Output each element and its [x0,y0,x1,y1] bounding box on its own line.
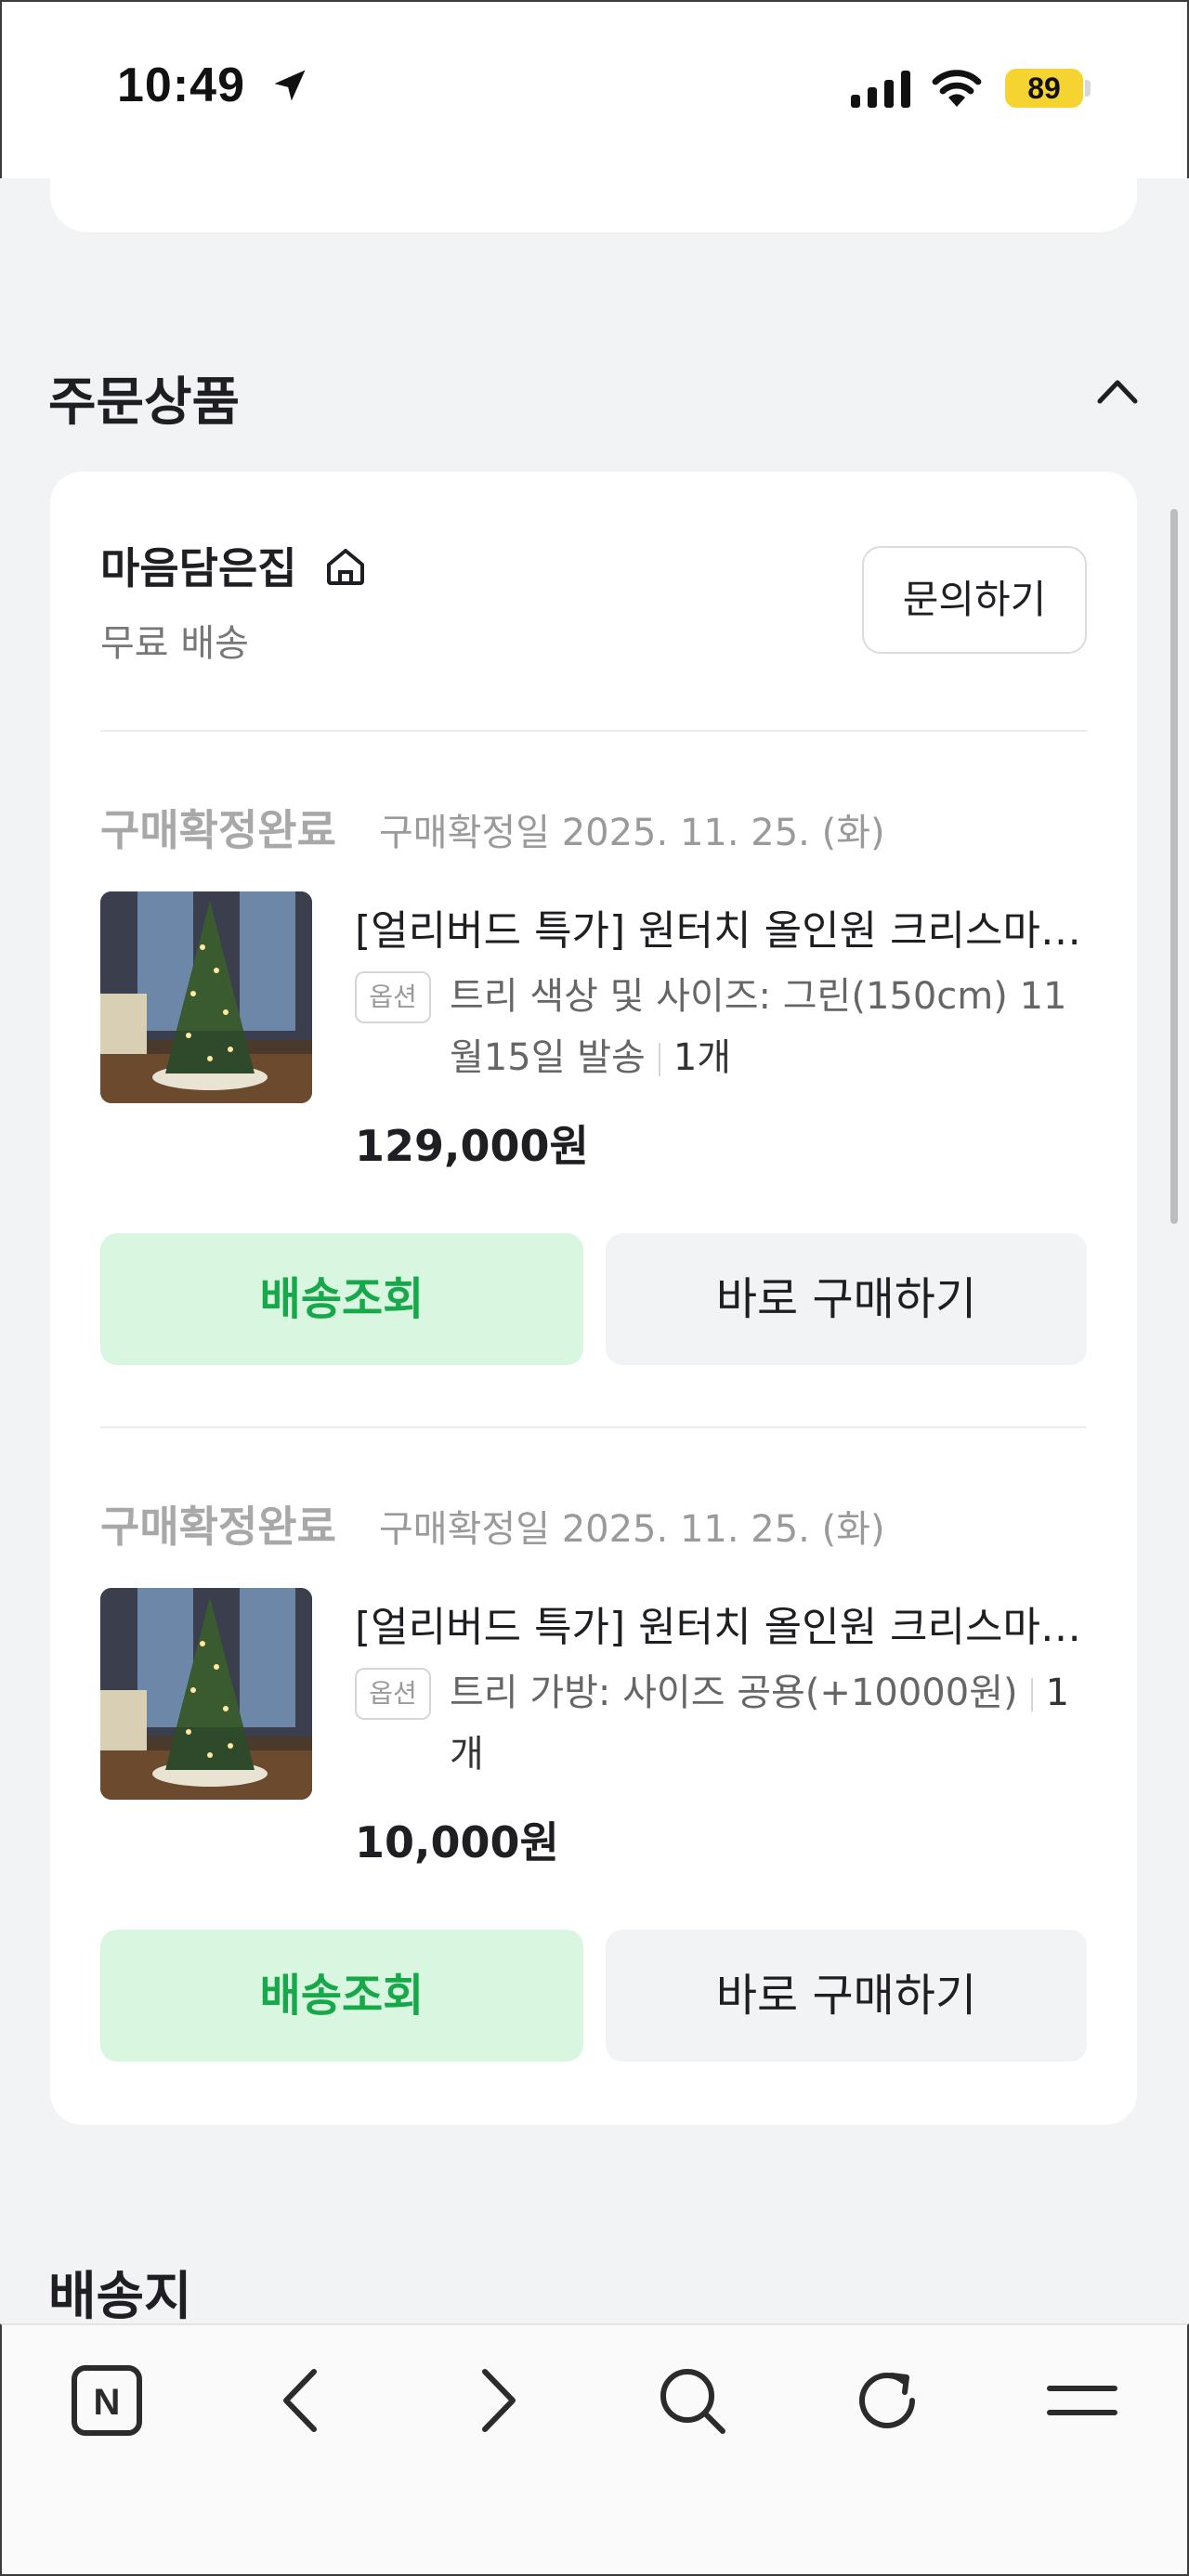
browser-toolbar [0,2323,1189,2576]
option-text: 트리 색상 및 사이즈: 그린(150cm) 11월15일 발송 1개 [450,966,1091,1088]
store-name[interactable]: 마음담은집 [100,535,297,596]
location-arrow-icon [274,70,306,101]
forward-icon[interactable] [455,2359,539,2442]
product-title[interactable]: [얼리버드 특가] 원터치 올인원 크리스마스 트리 [355,897,1089,956]
divider [100,1426,1087,1428]
scrollbar[interactable] [1170,509,1178,1224]
product-title[interactable]: [얼리버드 특가] 원터치 올인원 크리스마스 트리 [355,1594,1089,1653]
back-icon[interactable] [260,2359,344,2442]
status-time: 10:49 [117,59,245,112]
confirm-date: 구매확정일 2025. 11. 25. (화) [379,812,885,854]
separator [1030,1678,1033,1711]
battery-icon: 89 [1005,69,1083,108]
product-price: 129,000원 [355,1121,589,1171]
buy-now-button[interactable]: 바로 구매하기 [606,1233,1087,1365]
product-thumbnail[interactable] [100,891,312,1103]
confirm-date: 구매확정일 2025. 11. 25. (화) [379,1508,885,1551]
previous-card [50,139,1137,232]
separator [658,1043,660,1076]
christmas-tree-image [100,891,312,1103]
order-section-title: 주문상품 [48,372,241,433]
menu-icon[interactable] [1040,2359,1124,2442]
naver-home-icon[interactable]: N [65,2359,149,2442]
option-badge: 옵션 [355,1668,431,1720]
option-text: 트리 가방: 사이즈 공용(+10000원) 1개 [450,1662,1091,1785]
wifi-icon [932,70,982,107]
product-thumbnail[interactable] [100,1588,312,1800]
battery-tip [1085,80,1091,97]
divider [100,730,1087,732]
home-icon[interactable] [323,544,368,589]
search-icon[interactable] [650,2359,734,2442]
product-price: 10,000원 [355,1817,559,1867]
shipping-address-title: 배송지 [48,2267,192,2327]
purchase-status: 구매확정완료 [100,805,336,855]
quantity: 1개 [673,1036,732,1079]
shipping-fee: 무료 배송 [100,622,249,665]
cellular-signal-icon [851,71,910,108]
reload-icon[interactable] [845,2359,929,2442]
option-value: 트리 색상 및 사이즈: 그린(150cm) 11월15일 발송 [450,975,1067,1079]
christmas-tree-image [100,1588,312,1800]
track-delivery-button[interactable]: 배송조회 [100,1233,583,1365]
battery-level: 89 [1027,72,1061,105]
chevron-up-icon[interactable] [1094,371,1141,409]
track-delivery-button[interactable]: 배송조회 [100,1930,583,2062]
home-letter: N [94,2382,121,2423]
purchase-status: 구매확정완료 [100,1502,336,1552]
inquiry-button[interactable]: 문의하기 [862,546,1087,654]
option-badge: 옵션 [355,971,431,1023]
option-value: 트리 가방: 사이즈 공용(+10000원) [450,1672,1018,1714]
buy-now-button[interactable]: 바로 구매하기 [606,1930,1087,2062]
